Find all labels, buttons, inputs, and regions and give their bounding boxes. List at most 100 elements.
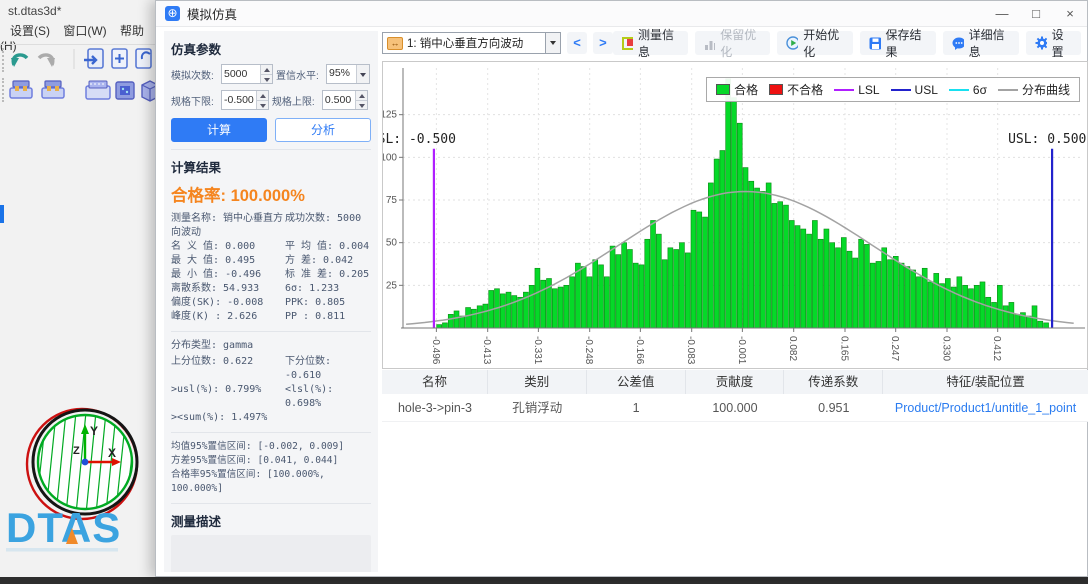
chevron-down-icon[interactable] xyxy=(356,65,369,83)
lower-limit-input[interactable] xyxy=(222,91,256,109)
histogram-bar xyxy=(661,259,668,329)
chart-toolbar: ↔ 1: 销中心垂直方向波动 < > 测量信息 保留优化 开始优化 保存结果 详… xyxy=(382,28,1081,59)
histogram-bar xyxy=(696,211,703,329)
menu-settings[interactable]: 设置(S) xyxy=(10,24,50,38)
calculate-button[interactable]: 计算 xyxy=(171,118,267,142)
measure-description-title: 测量描述 xyxy=(171,515,222,529)
histogram-bar xyxy=(725,78,731,329)
x-axis-label: X xyxy=(108,446,116,460)
chevron-down-icon[interactable] xyxy=(545,33,561,53)
histogram-bar xyxy=(777,201,783,329)
next-measurement-button[interactable]: > xyxy=(592,32,613,54)
cell-tolerance: 1 xyxy=(632,401,640,415)
histogram-bar xyxy=(499,293,506,329)
side-tab-indicator[interactable] xyxy=(0,205,4,223)
cell-feature-link[interactable]: Product/Product1/untitle_1_point xyxy=(883,394,1088,421)
sim-count-stepper[interactable] xyxy=(221,64,273,84)
legend-item: USL xyxy=(890,82,938,97)
stepper-up-icon[interactable] xyxy=(356,91,367,101)
histogram-bar xyxy=(453,310,460,329)
upper-limit-stepper[interactable] xyxy=(321,90,368,110)
histogram-bar xyxy=(765,182,772,329)
analyze-button[interactable]: 分析 xyxy=(275,118,371,142)
settings-button[interactable]: 设置 xyxy=(1025,28,1081,59)
histogram-bar xyxy=(673,249,679,329)
chat-bubble-icon xyxy=(952,37,964,50)
redo-icon[interactable] xyxy=(37,53,55,67)
prev-measurement-button[interactable]: < xyxy=(567,32,587,54)
legend-label: 6σ xyxy=(972,82,987,97)
toolbar-row-2 xyxy=(0,76,160,104)
save-document-icon[interactable] xyxy=(135,48,152,69)
toolbar1-icons xyxy=(11,48,152,69)
stepper-down-icon[interactable] xyxy=(256,100,268,109)
stat-min: 最 小 值: -0.496 xyxy=(171,269,262,280)
menu-window[interactable]: 窗口(W) xyxy=(63,24,106,38)
fixture-grid-icon[interactable] xyxy=(41,80,65,99)
y-axis-label: Y xyxy=(90,424,98,438)
x-tick-label: -0.248 xyxy=(583,336,594,365)
lower-limit-stepper[interactable] xyxy=(221,90,269,110)
legend-swatch xyxy=(769,84,784,95)
details-button[interactable]: 详细信息 xyxy=(942,28,1019,59)
toolbar2-icons xyxy=(9,80,159,102)
fixture-icon[interactable] xyxy=(9,80,33,99)
histogram-chart[interactable]: LSL: -0.500 USL: 0.500 25 50 75 100 125 -0.496 -… xyxy=(370,61,1088,369)
save-results-button[interactable]: 保存结果 xyxy=(860,28,936,59)
measure-description-box[interactable] xyxy=(171,535,371,572)
histogram-bar xyxy=(517,296,523,329)
measurement-select[interactable]: ↔ 1: 销中心垂直方向波动 xyxy=(382,32,562,54)
add-document-icon[interactable] xyxy=(111,48,128,69)
maximize-button[interactable]: □ xyxy=(1019,1,1053,27)
histogram-bar xyxy=(852,257,859,329)
y-tick-label: 75 xyxy=(386,195,398,206)
keep-optimization-button[interactable]: 保留优化 xyxy=(695,28,771,59)
export-document-icon[interactable] xyxy=(84,48,104,69)
start-optimization-button[interactable]: 开始优化 xyxy=(777,28,854,59)
upper-limit-input[interactable] xyxy=(322,91,355,109)
histogram-bar xyxy=(864,244,870,329)
measure-info-button[interactable]: 测量信息 xyxy=(612,28,689,59)
legend-item: 分布曲线 xyxy=(997,81,1070,98)
close-button[interactable]: × xyxy=(1053,1,1087,27)
dialog-titlebar[interactable]: ⊕ 模拟仿真 — □ × xyxy=(156,1,1087,27)
stepper-down-icon[interactable] xyxy=(261,74,272,83)
histogram-bar xyxy=(679,242,685,329)
histogram-bar xyxy=(962,285,968,329)
cube-box-icon[interactable] xyxy=(115,81,135,100)
histogram-bar xyxy=(887,259,893,329)
histogram-bar xyxy=(1037,320,1044,329)
tray-icon[interactable] xyxy=(85,80,111,100)
col-coefficient: 传递系数 xyxy=(784,370,884,394)
histogram-bar xyxy=(881,247,888,329)
legend-label: USL xyxy=(914,82,938,97)
histogram-bar xyxy=(598,264,604,329)
stepper-down-icon[interactable] xyxy=(356,100,367,109)
background-app-window: st.dtas3d* 设置(S) 窗口(W) 帮助(H) Y X Z DTAS xyxy=(0,0,160,584)
x-tick-label: 0.412 xyxy=(991,336,1002,361)
play-icon xyxy=(786,36,799,50)
histogram-bar xyxy=(1043,322,1049,329)
histogram-bar xyxy=(991,302,997,329)
sim-count-input[interactable] xyxy=(222,65,260,83)
stat-nominal: 名 义 值: 0.000 xyxy=(171,241,256,252)
histogram-bar xyxy=(973,285,980,329)
toolbar-grip xyxy=(2,78,5,102)
histogram-bar xyxy=(823,228,830,329)
stepper-up-icon[interactable] xyxy=(261,65,272,75)
stepper-up-icon[interactable] xyxy=(256,91,268,101)
minimize-button[interactable]: — xyxy=(985,1,1019,27)
table-row[interactable]: hole-3->pin-3 孔销浮动 1 100.000 0.951 Produ… xyxy=(382,394,1088,422)
histogram-bar xyxy=(1008,302,1015,329)
x-tick-label: 0.330 xyxy=(941,336,952,361)
legend-label: 分布曲线 xyxy=(1021,83,1070,97)
undo-icon[interactable] xyxy=(11,53,29,67)
histogram-bar xyxy=(806,233,812,329)
histogram-bar xyxy=(528,285,535,329)
cell-name: hole-3->pin-3 xyxy=(397,401,472,415)
confidence-select[interactable]: 95% xyxy=(326,64,370,84)
usl-label: USL: 0.500 xyxy=(1008,132,1086,147)
histogram-bar xyxy=(968,288,974,329)
stat-ppk: PPK: 0.805 xyxy=(285,297,346,308)
legend-swatch xyxy=(890,88,911,91)
